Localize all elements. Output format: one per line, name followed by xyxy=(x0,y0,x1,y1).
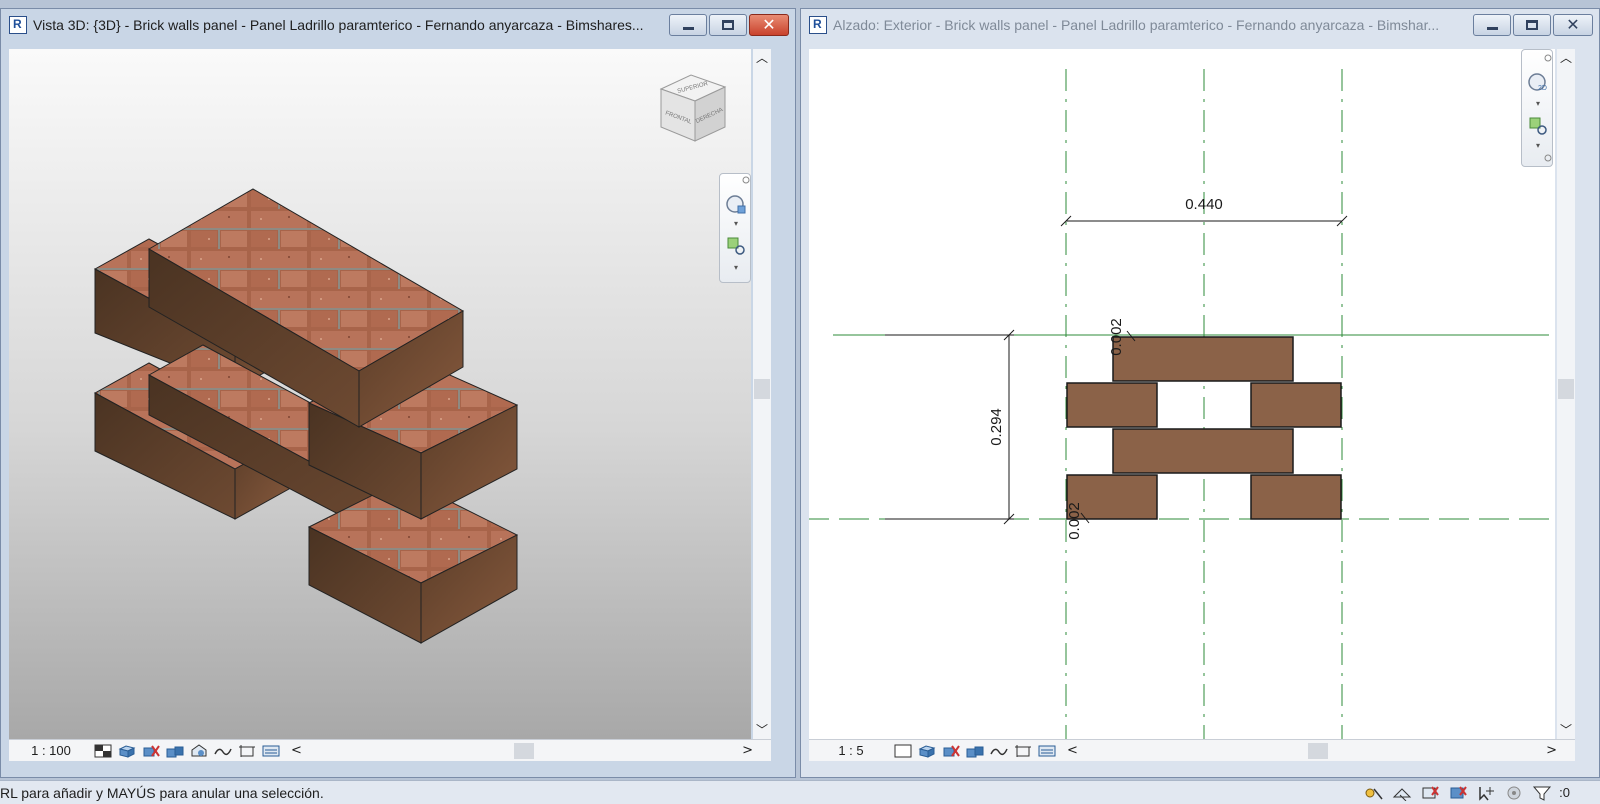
minimize-button[interactable] xyxy=(1473,14,1511,36)
brick-row4-right[interactable] xyxy=(1250,474,1342,520)
horizontal-scrollbar[interactable] xyxy=(302,742,742,760)
view-control-bar: 1 : 5 < > xyxy=(809,739,1575,761)
crop-view-icon[interactable] xyxy=(213,743,233,759)
navigation-bar[interactable]: 2D ▾ ▾ xyxy=(1521,49,1553,167)
status-bar: RL para añadir y MAYÚS para anular una s… xyxy=(0,780,1600,804)
elevation-viewport[interactable]: 0.440 0.294 0.002 0.002 2D ▾ ▾ xyxy=(809,49,1555,739)
view-window-elevation[interactable]: Alzado: Exterior - Brick walls panel - P… xyxy=(800,8,1600,778)
zoom-region-icon[interactable] xyxy=(727,237,745,255)
show-crop-region-icon[interactable] xyxy=(237,743,257,759)
brick-row2-left[interactable] xyxy=(1066,382,1158,428)
navbar-close-icon[interactable] xyxy=(1544,54,1552,62)
visual-style-icon[interactable] xyxy=(117,743,137,759)
scroll-right-arrow[interactable]: > xyxy=(742,743,753,758)
dimension-bottom-gap-label[interactable]: 0.002 xyxy=(1066,502,1083,540)
svg-text:2D: 2D xyxy=(1538,85,1547,92)
brick-3d-model[interactable] xyxy=(9,49,751,739)
vertical-scrollbar[interactable]: ︿ ﹀ xyxy=(1557,49,1575,739)
select-links-icon[interactable] xyxy=(1363,784,1385,802)
close-button[interactable]: ✕ xyxy=(1553,14,1593,36)
shadows-icon[interactable] xyxy=(165,743,185,759)
minimize-icon xyxy=(1486,26,1498,30)
maximize-button[interactable] xyxy=(709,14,747,36)
minimize-icon xyxy=(682,26,694,30)
scroll-down-arrow[interactable]: ﹀ xyxy=(753,721,771,739)
view-scale[interactable]: 1 : 100 xyxy=(9,743,93,758)
navbar-close-icon[interactable] xyxy=(742,176,750,184)
show-crop-region-icon[interactable] xyxy=(1013,743,1033,759)
steering-wheel-2d-icon[interactable]: 2D xyxy=(1528,73,1547,92)
shadows-icon[interactable] xyxy=(965,743,985,759)
dimension-width-label[interactable]: 0.440 xyxy=(1185,196,1223,213)
viewcube-widget[interactable]: SUPERIOR FRONTAL DERECHA xyxy=(653,67,733,151)
chevron-down-icon[interactable]: ▾ xyxy=(1536,99,1540,108)
scrollbar-thumb[interactable] xyxy=(754,379,770,399)
select-underlay-icon[interactable] xyxy=(1391,784,1413,802)
navigation-bar[interactable]: ▾ ▾ xyxy=(719,173,751,283)
window-titlebar-elevation[interactable]: Alzado: Exterior - Brick walls panel - P… xyxy=(801,9,1599,41)
filter-count: :0 xyxy=(1559,785,1570,800)
brick-row1[interactable] xyxy=(1112,336,1294,382)
brick-row3[interactable] xyxy=(1112,428,1294,474)
maximize-icon xyxy=(1526,20,1538,30)
close-icon: ✕ xyxy=(762,15,776,34)
crop-view-icon[interactable] xyxy=(989,743,1009,759)
3d-viewport[interactable]: SUPERIOR FRONTAL DERECHA ▾ ▾ xyxy=(9,49,751,739)
elevation-drawing[interactable]: 0.440 0.294 0.002 0.002 xyxy=(809,49,1555,739)
minimize-button[interactable] xyxy=(669,14,707,36)
sun-path-icon[interactable] xyxy=(141,743,161,759)
scroll-right-arrow[interactable]: > xyxy=(1546,743,1557,758)
steering-wheel-icon[interactable] xyxy=(726,195,746,214)
scroll-up-arrow[interactable]: ︿ xyxy=(1557,49,1575,67)
close-icon: ✕ xyxy=(1566,15,1580,34)
temporary-hide-icon[interactable] xyxy=(1037,743,1057,759)
filter-icon[interactable] xyxy=(1531,784,1553,802)
revit-app-icon[interactable] xyxy=(809,16,827,34)
close-button[interactable]: ✕ xyxy=(749,14,789,36)
zoom-region-icon[interactable] xyxy=(1529,117,1547,135)
scrollbar-thumb[interactable] xyxy=(1558,379,1574,399)
chevron-down-icon[interactable]: ▾ xyxy=(1536,141,1540,150)
select-by-face-icon[interactable] xyxy=(1447,784,1469,802)
scroll-left-arrow[interactable]: < xyxy=(291,743,302,758)
scroll-up-arrow[interactable]: ︿ xyxy=(753,49,771,67)
navbar-settings-icon[interactable] xyxy=(1544,154,1552,162)
maximize-button[interactable] xyxy=(1513,14,1551,36)
window-title-3d: Vista 3D: {3D} - Brick walls panel - Pan… xyxy=(33,17,644,33)
temporary-hide-icon[interactable] xyxy=(261,743,281,759)
select-pinned-icon[interactable] xyxy=(1419,784,1441,802)
window-titlebar-3d[interactable]: Vista 3D: {3D} - Brick walls panel - Pan… xyxy=(1,9,795,41)
brick-row2-right[interactable] xyxy=(1250,382,1342,428)
status-message: RL para añadir y MAYÚS para anular una s… xyxy=(0,784,324,801)
detail-level-icon[interactable] xyxy=(93,743,113,759)
chevron-down-icon[interactable]: ▾ xyxy=(734,263,738,272)
sun-path-icon[interactable] xyxy=(941,743,961,759)
dimension-top-gap-label[interactable]: 0.002 xyxy=(1108,318,1125,356)
window-title-elevation: Alzado: Exterior - Brick walls panel - P… xyxy=(833,17,1440,33)
revit-app-icon[interactable] xyxy=(9,16,27,34)
view-control-bar: 1 : 100 < > xyxy=(9,739,771,761)
background-process-icon[interactable] xyxy=(1503,784,1525,802)
scrollbar-thumb[interactable] xyxy=(513,742,534,759)
chevron-down-icon[interactable]: ▾ xyxy=(734,219,738,228)
rendering-icon[interactable] xyxy=(189,743,209,759)
horizontal-scrollbar[interactable] xyxy=(1078,742,1546,760)
drag-elements-icon[interactable] xyxy=(1475,784,1497,802)
maximize-icon xyxy=(722,20,734,30)
scrollbar-thumb[interactable] xyxy=(1307,742,1328,759)
detail-level-icon[interactable] xyxy=(893,743,913,759)
scroll-left-arrow[interactable]: < xyxy=(1067,743,1078,758)
scroll-down-arrow[interactable]: ﹀ xyxy=(1557,721,1575,739)
view-scale[interactable]: 1 : 5 xyxy=(809,743,893,758)
visual-style-icon[interactable] xyxy=(917,743,937,759)
dimension-height-label[interactable]: 0.294 xyxy=(988,408,1005,446)
view-window-3d[interactable]: Vista 3D: {3D} - Brick walls panel - Pan… xyxy=(0,8,796,778)
vertical-scrollbar[interactable]: ︿ ﹀ xyxy=(753,49,771,739)
